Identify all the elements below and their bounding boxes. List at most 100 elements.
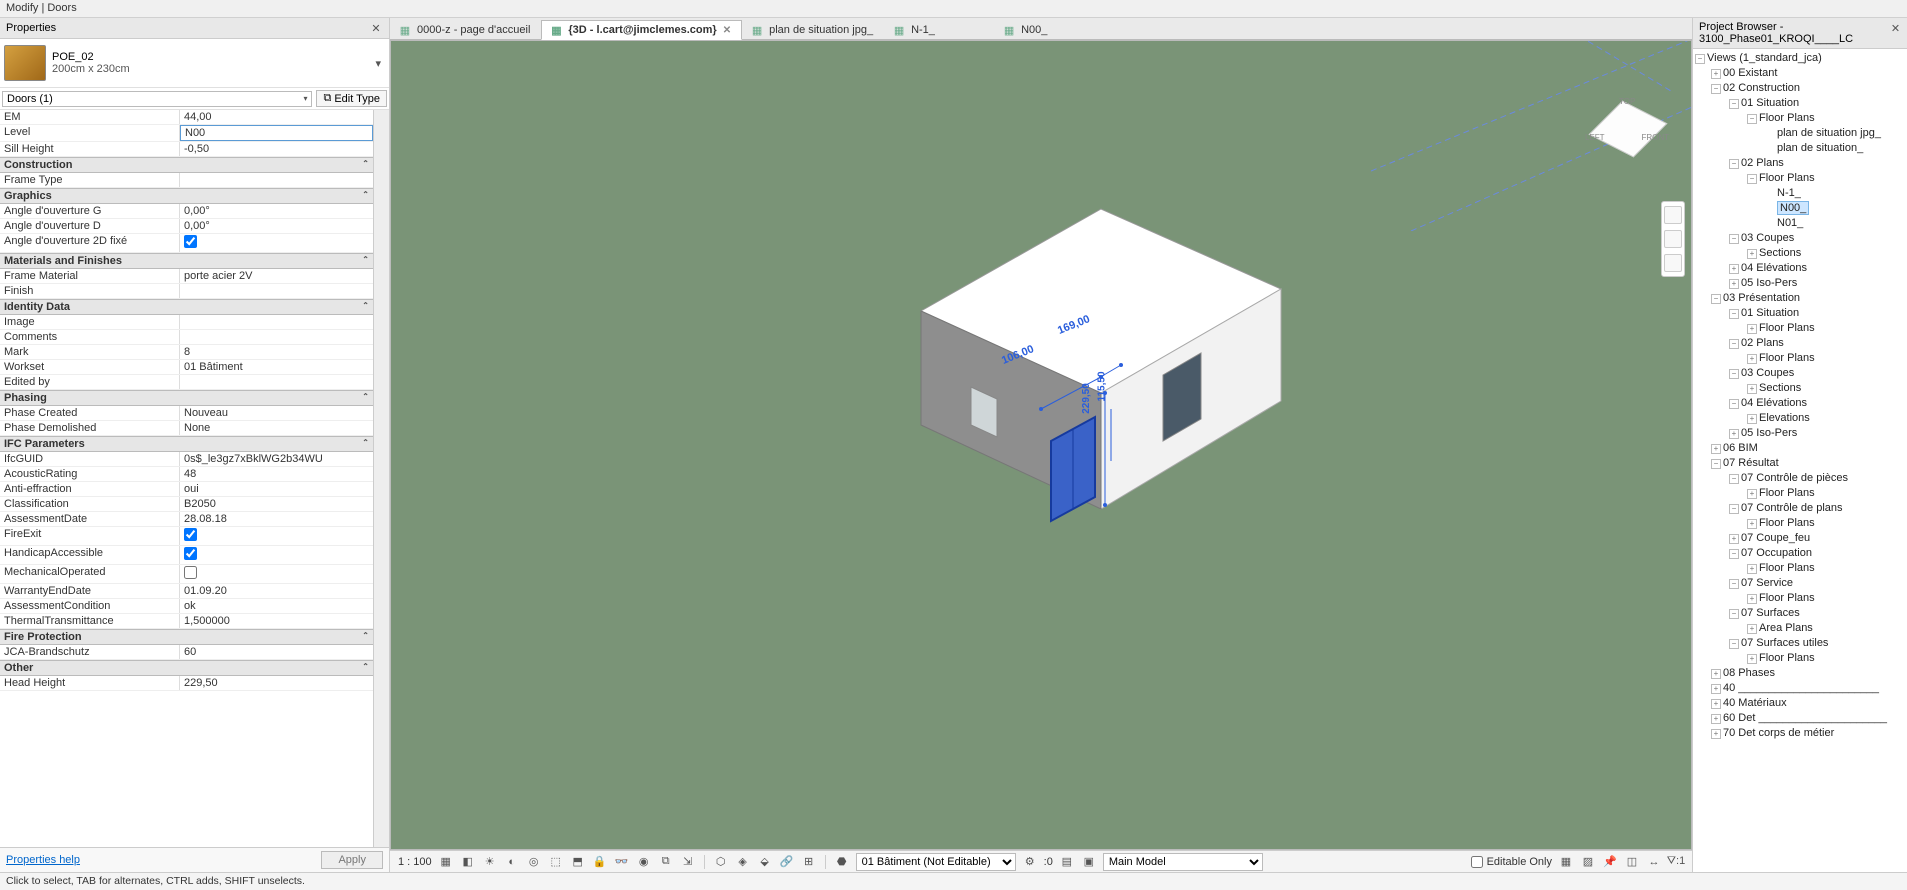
expand-icon[interactable]: + <box>1711 699 1721 709</box>
property-value[interactable] <box>180 527 373 545</box>
visual-style-icon[interactable]: ◧ <box>460 854 476 870</box>
design-options-icon[interactable]: ▣ <box>1081 854 1097 870</box>
property-group[interactable]: Construction⌃ <box>0 157 373 173</box>
expand-icon[interactable]: − <box>1729 579 1739 589</box>
property-row[interactable]: Angle d'ouverture G0,00° <box>0 204 373 219</box>
detail-num[interactable]: :0 <box>1044 856 1053 868</box>
editable-only-checkbox[interactable] <box>1471 856 1483 868</box>
active-workset-dropdown[interactable]: 01 Bâtiment (Not Editable) <box>856 853 1016 871</box>
worksets-icon[interactable]: ⧉ <box>658 854 674 870</box>
tree-node[interactable]: −07 Contrôle de pièces <box>1693 471 1907 486</box>
view-cube[interactable]: TOP FRONT LEFT <box>1589 93 1667 171</box>
tree-node[interactable]: −01 Situation <box>1693 96 1907 111</box>
expand-icon[interactable]: + <box>1747 249 1757 259</box>
tree-node[interactable]: N01_ <box>1693 216 1907 231</box>
property-value[interactable]: 01 Bâtiment <box>180 360 373 374</box>
property-value[interactable]: 44,00 <box>180 110 373 124</box>
property-value[interactable]: 0s$_le3gz7xBklWG2b34WU <box>180 452 373 466</box>
tree-node[interactable]: +Floor Plans <box>1693 591 1907 606</box>
property-checkbox[interactable] <box>184 235 197 248</box>
expand-icon[interactable]: − <box>1729 159 1739 169</box>
chevron-down-icon[interactable]: ▾ <box>371 57 385 70</box>
expand-icon[interactable]: + <box>1747 594 1757 604</box>
property-row[interactable]: AssessmentDate28.08.18 <box>0 512 373 527</box>
close-icon[interactable]: ✕ <box>1890 21 1901 35</box>
property-row[interactable]: Finish <box>0 284 373 299</box>
sun-path-icon[interactable]: ☀ <box>482 854 498 870</box>
expand-icon[interactable]: + <box>1747 489 1757 499</box>
expand-icon[interactable]: − <box>1729 609 1739 619</box>
expand-icon[interactable]: + <box>1711 729 1721 739</box>
type-selector[interactable]: POE_02 200cm x 230cm ▾ <box>0 39 389 88</box>
property-value[interactable] <box>180 234 373 252</box>
tree-node[interactable]: +Floor Plans <box>1693 321 1907 336</box>
property-row[interactable]: HandicapAccessible <box>0 546 373 565</box>
design-option-dropdown[interactable]: Main Model <box>1103 853 1263 871</box>
expand-icon[interactable]: − <box>1729 399 1739 409</box>
expand-icon[interactable]: − <box>1747 174 1757 184</box>
property-value[interactable]: 0,00° <box>180 219 373 233</box>
property-value[interactable]: 01.09.20 <box>180 584 373 598</box>
property-row[interactable]: Edited by <box>0 375 373 390</box>
close-icon[interactable]: ✕ <box>369 21 383 35</box>
expand-icon[interactable]: + <box>1747 414 1757 424</box>
view-area-3d[interactable]: 106,00 169,00 229,50 115,50 TOP FRONT LE… <box>390 40 1692 850</box>
property-row[interactable]: Phase CreatedNouveau <box>0 406 373 421</box>
scale-label[interactable]: 1 : 100 <box>398 856 432 868</box>
expand-icon[interactable]: − <box>1695 54 1705 64</box>
temp-hide-icon[interactable]: 👓 <box>614 854 630 870</box>
property-row[interactable]: LevelN00 <box>0 125 373 142</box>
tree-node[interactable]: −Floor Plans <box>1693 111 1907 126</box>
select-links-icon[interactable]: ▦ <box>1558 854 1574 870</box>
tree-node[interactable]: +60 Det _____________________ <box>1693 711 1907 726</box>
expand-icon[interactable]: + <box>1747 324 1757 334</box>
tree-node[interactable]: −07 Surfaces <box>1693 606 1907 621</box>
property-row[interactable]: AssessmentConditionok <box>0 599 373 614</box>
editable-only-label[interactable]: Editable Only <box>1471 856 1552 868</box>
tree-node[interactable]: +Elevations <box>1693 411 1907 426</box>
tree-node[interactable]: +Floor Plans <box>1693 561 1907 576</box>
view-tab[interactable]: ▦N-1_ <box>884 20 994 39</box>
render-icon[interactable]: ◎ <box>526 854 542 870</box>
property-row[interactable]: Comments <box>0 330 373 345</box>
expand-icon[interactable]: − <box>1729 474 1739 484</box>
highlight-icon[interactable]: ◈ <box>735 854 751 870</box>
expand-icon[interactable]: + <box>1711 684 1721 694</box>
expand-icon[interactable]: + <box>1729 264 1739 274</box>
expand-icon[interactable]: + <box>1747 384 1757 394</box>
property-value[interactable]: 229,50 <box>180 676 373 690</box>
workset-icon[interactable]: ⬣ <box>834 854 850 870</box>
properties-grid[interactable]: EM44,00LevelN00Sill Height-0,50Construct… <box>0 110 373 847</box>
expand-icon[interactable]: − <box>1729 309 1739 319</box>
property-row[interactable]: Angle d'ouverture 2D fixé <box>0 234 373 253</box>
property-value[interactable] <box>180 546 373 564</box>
tree-node[interactable]: −04 Elévations <box>1693 396 1907 411</box>
expand-icon[interactable]: + <box>1747 519 1757 529</box>
property-value[interactable]: oui <box>180 482 373 496</box>
property-value[interactable]: 0,00° <box>180 204 373 218</box>
dimension-c[interactable]: 229,50 <box>1081 383 1092 414</box>
tree-node[interactable]: +08 Phases <box>1693 666 1907 681</box>
expand-icon[interactable]: + <box>1711 669 1721 679</box>
edit-type-button[interactable]: ⧉ Edit Type <box>316 90 387 107</box>
expand-icon[interactable]: − <box>1711 459 1721 469</box>
select-face-icon[interactable]: ◫ <box>1624 854 1640 870</box>
excluded-icon[interactable]: ▤ <box>1059 854 1075 870</box>
tree-node[interactable]: +Floor Plans <box>1693 486 1907 501</box>
property-value[interactable] <box>180 315 373 329</box>
select-pinned-icon[interactable]: 📌 <box>1602 854 1618 870</box>
property-row[interactable]: Sill Height-0,50 <box>0 142 373 157</box>
property-row[interactable]: Image <box>0 315 373 330</box>
expand-icon[interactable]: + <box>1747 624 1757 634</box>
property-value[interactable]: 8 <box>180 345 373 359</box>
property-row[interactable]: EM44,00 <box>0 110 373 125</box>
property-row[interactable]: FireExit <box>0 527 373 546</box>
property-checkbox[interactable] <box>184 528 197 541</box>
property-value[interactable]: ok <box>180 599 373 613</box>
properties-help-link[interactable]: Properties help <box>6 854 80 866</box>
property-value[interactable] <box>180 565 373 583</box>
property-value[interactable]: 48 <box>180 467 373 481</box>
tree-node[interactable]: +Floor Plans <box>1693 516 1907 531</box>
property-group[interactable]: Identity Data⌃ <box>0 299 373 315</box>
tree-node[interactable]: −07 Surfaces utiles <box>1693 636 1907 651</box>
